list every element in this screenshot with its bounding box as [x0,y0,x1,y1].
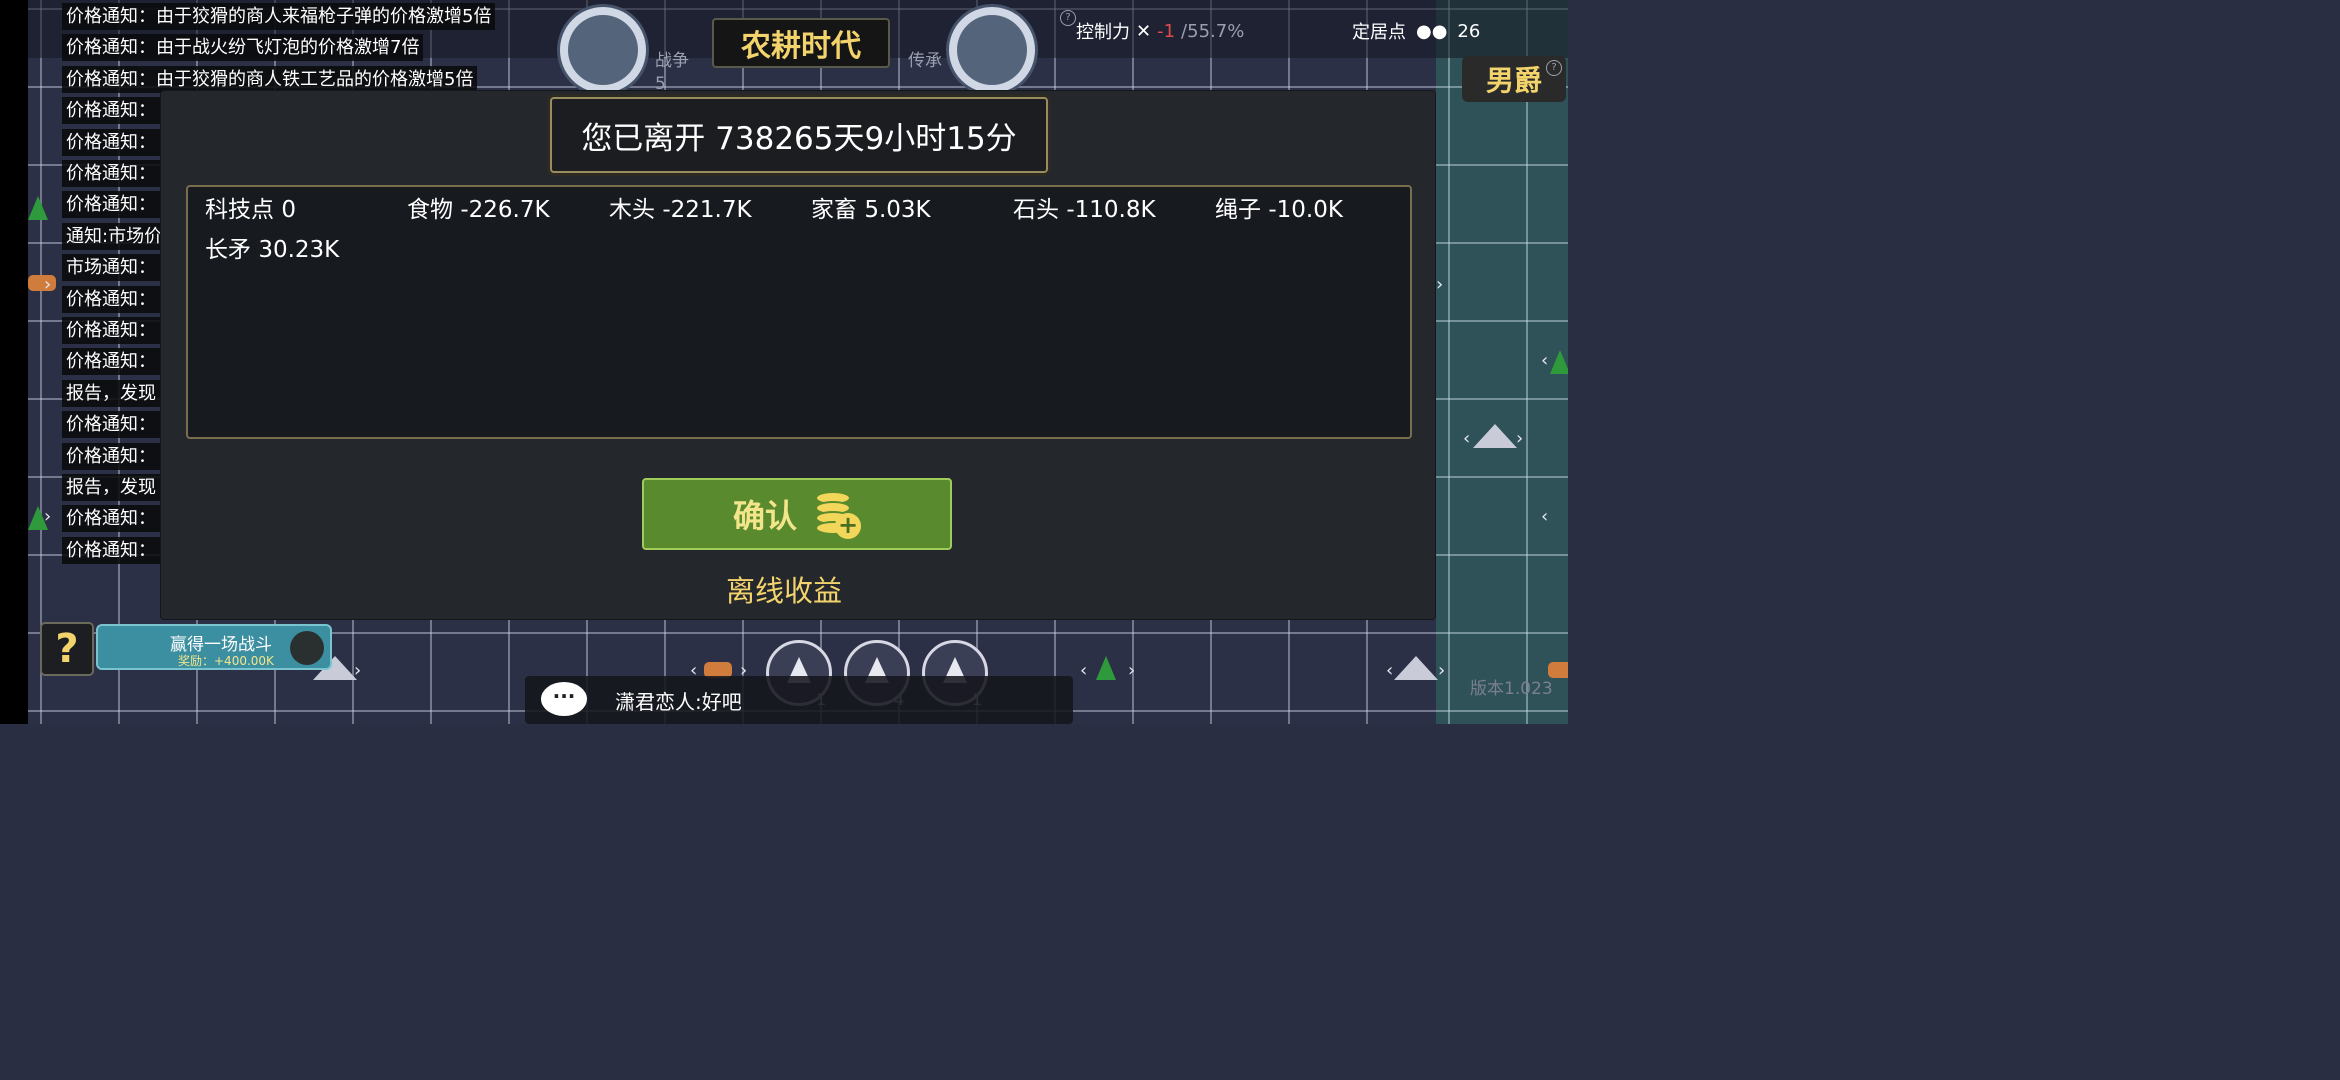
war-medal-button[interactable] [557,4,649,96]
legacy-label: 传承 [908,51,942,71]
resource-item: 家畜 5.03K [811,197,931,223]
mountain-icon [1473,424,1517,448]
resource-item: 长矛 30.23K [205,237,340,263]
chevron-right-icon[interactable]: › [44,276,51,294]
chat-bar[interactable]: ··· 潇君恋人:好吧 [525,676,1073,724]
control-indicator: 控制力 ✕ -1 /55.7% [1076,18,1244,44]
notification-item: 价格通知： [62,160,160,187]
chevron-right-icon[interactable]: › [1516,430,1523,448]
chevron-left-icon[interactable]: ‹ [1463,430,1470,448]
chevron-left-icon[interactable]: ‹ [1541,352,1548,370]
chevron-left-icon[interactable]: ‹ [1080,662,1087,680]
screen-edge [0,0,28,724]
chevron-right-icon[interactable]: › [354,662,361,680]
dialog-title: 您已离开 738265天9小时15分 [550,97,1048,173]
notification-item: 价格通知： [62,317,160,344]
notification-item: 价格通知：由于狡猾的商人来福枪子弹的价格激增5倍 [62,3,496,30]
resource-item: 食物 -226.7K [407,197,550,223]
crossed-swords-icon [568,15,638,85]
notification-item: 价格通知：由于战火纷飞灯泡的价格激增7倍 [62,34,424,62]
notification-item: 价格通知： [62,505,160,533]
notification-item: 价格通知： [62,191,160,219]
notification-item: 价格通知： [62,128,160,156]
era-title: 农耕时代 [712,18,890,68]
help-icon[interactable]: ? [1546,60,1562,76]
notification-item: 价格通知： [62,97,160,125]
quest-panel[interactable]: 赢得一场战斗 奖励：+400.00K [96,624,332,670]
control-percent: /55.7% [1181,20,1245,42]
notification-item: 报告，发现 [62,379,160,407]
chevron-right-icon[interactable]: › [1128,662,1135,680]
chevron-right-icon[interactable]: › [1438,662,1445,680]
mountain-icon [1394,656,1438,680]
help-button[interactable]: ? [40,622,94,676]
livestock-icon [28,275,56,291]
population-icon: ●● [1416,20,1448,42]
notification-item: 报告，发现 [62,474,160,501]
chevron-left-icon[interactable]: ‹ [1541,508,1548,526]
resource-item: 绳子 -10.0K [1215,197,1343,223]
war-label: 战争 [655,51,689,71]
notification-item: 价格通知：由于狡猾的商人铁工艺品的价格激增5倍 [62,65,478,93]
resource-item: 科技点 0 [205,197,296,223]
tree-icon [28,196,48,220]
notification-item: 市场通知： [62,254,160,282]
coins-plus-icon: + [811,489,861,539]
offline-earnings-label: 离线收益 [726,574,843,608]
settlement-count: 26 [1457,20,1481,42]
chevron-right-icon[interactable]: › [1436,276,1443,294]
notification-item: 价格通知： [62,442,160,470]
game-screen: › › › ‹ ‹ › ‹ › ‹ › ‹ › ‹ › 1 4 1 战争 5 农… [0,0,1568,724]
tree-icon [1096,656,1116,680]
settlement-indicator: 定居点 ●● 26 [1352,18,1480,44]
notification-item: 价格通知： [62,536,160,564]
resource-item: 木头 -221.7K [609,197,752,223]
version-label: 版本1.023 [1470,679,1553,699]
crossed-swords-icon: ✕ [1136,20,1152,42]
notification-item: 价格通知： [62,285,160,313]
crown-icon [957,15,1027,85]
chevron-left-icon[interactable]: ‹ [1386,662,1393,680]
help-icon[interactable]: ? [1060,10,1076,26]
notification-item: 价格通知： [62,411,160,439]
chat-message: 潇君恋人:好吧 [615,690,742,714]
confirm-button[interactable]: 确认 + [642,478,952,550]
confirm-label: 确认 [732,497,797,535]
settlement-label: 定居点 [1352,22,1406,43]
resource-item: 石头 -110.8K [1013,197,1156,223]
control-label: 控制力 [1076,22,1130,43]
notification-item: 价格通知： [62,348,160,376]
quest-reward: 奖励：+400.00K [178,654,274,668]
tree-icon [1550,350,1568,374]
control-value: -1 [1157,20,1176,42]
notification-item: 通知:市场价 [62,222,162,250]
legacy-medal-button[interactable] [946,4,1038,96]
chevron-right-icon[interactable]: › [44,508,51,526]
quest-progress-icon [290,631,324,665]
chat-bubble-icon[interactable]: ··· [541,682,587,716]
